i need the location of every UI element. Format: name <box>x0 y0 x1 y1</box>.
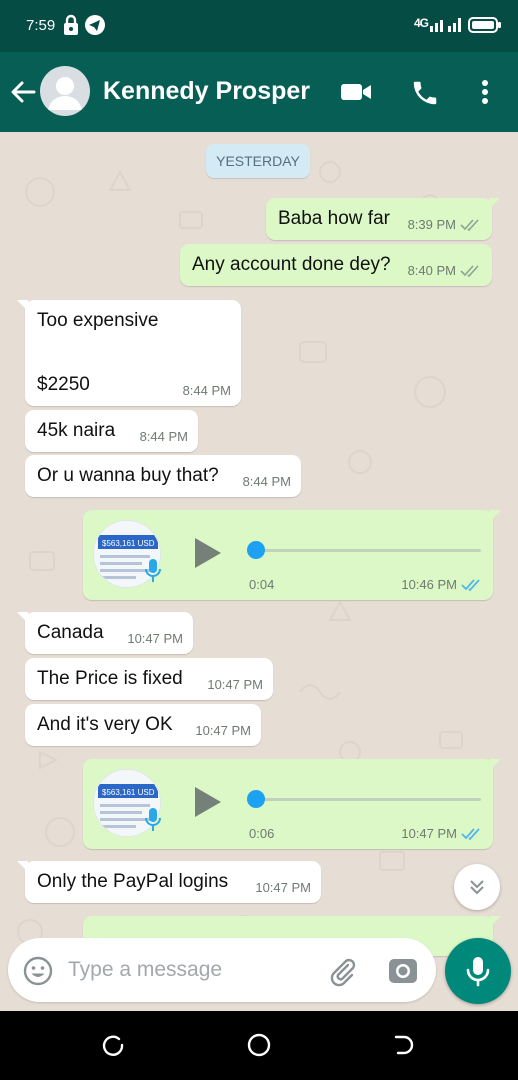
telegram-notification-icon <box>84 14 106 41</box>
message-outgoing[interactable]: Any account done dey? 8:40 PM <box>180 244 492 286</box>
voice-progress-track[interactable] <box>251 798 481 801</box>
emoji-icon[interactable] <box>22 955 54 992</box>
avatar[interactable] <box>40 66 90 116</box>
voice-progress-knob[interactable] <box>247 790 265 808</box>
message-meta: 10:47 PM <box>255 880 311 895</box>
voice-record-button[interactable] <box>445 938 511 1004</box>
status-bar: 7:59 4G <box>0 0 518 52</box>
lock-icon <box>62 14 80 41</box>
video-call-icon[interactable] <box>340 80 372 109</box>
scroll-to-bottom-button[interactable] <box>454 864 500 910</box>
chat-area[interactable]: YESTERDAY Baba how far 8:39 PM Any accou… <box>0 132 518 1011</box>
status-time: 7:59 <box>26 17 56 34</box>
message-time: 10:47 PM <box>195 723 251 738</box>
recent-apps-icon[interactable] <box>102 1033 126 1062</box>
message-meta: 10:46 PM <box>401 577 483 592</box>
delivered-ticks-icon <box>460 264 479 277</box>
date-separator: YESTERDAY <box>206 144 310 178</box>
message-text: Canada <box>37 622 104 643</box>
message-outgoing[interactable]: Baba how far 8:39 PM <box>266 198 500 240</box>
message-incoming[interactable]: And it's very OK 10:47 PM <box>25 704 261 746</box>
microphone-icon <box>466 957 490 987</box>
message-incoming[interactable]: Or u wanna buy that? 8:44 PM <box>25 455 301 497</box>
read-ticks-icon <box>461 578 480 591</box>
message-meta: 10:47 PM <box>127 631 183 646</box>
message-incoming[interactable]: Canada 10:47 PM <box>17 612 193 654</box>
message-time: 8:40 PM <box>407 263 456 278</box>
message-incoming[interactable]: 45k naira 8:44 PM <box>25 410 198 452</box>
battery-icon <box>468 17 502 38</box>
message-text: Baba how far <box>278 208 390 229</box>
home-icon[interactable] <box>247 1033 271 1062</box>
voice-call-icon[interactable] <box>410 78 440 113</box>
message-meta: 8:44 PM <box>183 383 231 398</box>
message-text-line2: $2250 <box>37 374 90 395</box>
voice-message[interactable]: $563,161 USD 0:06 10:47 PM <box>83 759 501 849</box>
message-time: 8:39 PM <box>407 217 456 232</box>
message-meta: 10:47 PM <box>207 677 263 692</box>
message-incoming[interactable]: Too expensive $2250 8:44 PM <box>17 300 241 406</box>
message-time: 8:44 PM <box>182 383 231 398</box>
signal-icon <box>430 15 464 38</box>
more-options-icon[interactable] <box>477 79 493 110</box>
message-text: 45k naira <box>37 420 116 441</box>
message-meta: 8:44 PM <box>140 429 188 444</box>
message-text: Any account done dey? <box>192 254 391 275</box>
read-ticks-icon <box>461 827 480 840</box>
chat-header: Kennedy Prosper <box>0 52 518 132</box>
thumb-amount: $563,161 USD <box>102 788 155 797</box>
system-navigation-bar <box>0 1011 518 1080</box>
voice-message[interactable]: $563,161 USD 0:04 10:46 PM <box>83 510 501 600</box>
message-input[interactable] <box>68 952 318 988</box>
message-text: The Price is fixed <box>37 668 183 689</box>
message-meta: 10:47 PM <box>195 723 251 738</box>
network-type: 4G <box>414 16 429 30</box>
message-time: 8:44 PM <box>139 429 188 444</box>
message-incoming[interactable]: The Price is fixed 10:47 PM <box>25 658 273 700</box>
message-time: 10:47 PM <box>255 880 311 895</box>
play-icon[interactable] <box>193 536 223 576</box>
message-text-line1: Too expensive <box>37 310 159 331</box>
contact-name[interactable]: Kennedy Prosper <box>103 77 310 106</box>
back-nav-icon[interactable] <box>392 1033 416 1062</box>
mic-badge-icon <box>145 807 161 839</box>
voice-duration: 0:06 <box>249 826 275 841</box>
double-chevron-down-icon <box>470 880 484 895</box>
message-text: Or u wanna buy that? <box>37 465 219 486</box>
voice-progress-track[interactable] <box>251 549 481 552</box>
play-icon[interactable] <box>193 785 223 825</box>
message-meta: 8:44 PM <box>243 474 291 489</box>
message-time: 10:47 PM <box>207 677 263 692</box>
mic-badge-icon <box>145 558 161 590</box>
message-composer <box>8 938 436 1002</box>
delivered-ticks-icon <box>460 218 479 231</box>
message-meta: 8:40 PM <box>408 263 482 278</box>
message-meta: 8:39 PM <box>408 217 482 232</box>
message-text: And it's very OK <box>37 714 173 735</box>
message-time: 10:47 PM <box>127 631 183 646</box>
voice-duration: 0:04 <box>249 577 275 592</box>
paperclip-icon[interactable] <box>326 955 358 992</box>
voice-progress-knob[interactable] <box>247 541 265 559</box>
message-incoming[interactable]: Only the PayPal logins 10:47 PM <box>17 861 321 903</box>
message-text: Only the PayPal logins <box>37 871 229 892</box>
message-time: 8:44 PM <box>242 474 291 489</box>
camera-icon[interactable] <box>388 956 418 989</box>
message-meta: 10:47 PM <box>401 826 483 841</box>
back-arrow-icon[interactable] <box>8 77 38 112</box>
message-time: 10:47 PM <box>401 826 457 841</box>
message-time: 10:46 PM <box>401 577 457 592</box>
thumb-amount: $563,161 USD <box>102 539 155 548</box>
